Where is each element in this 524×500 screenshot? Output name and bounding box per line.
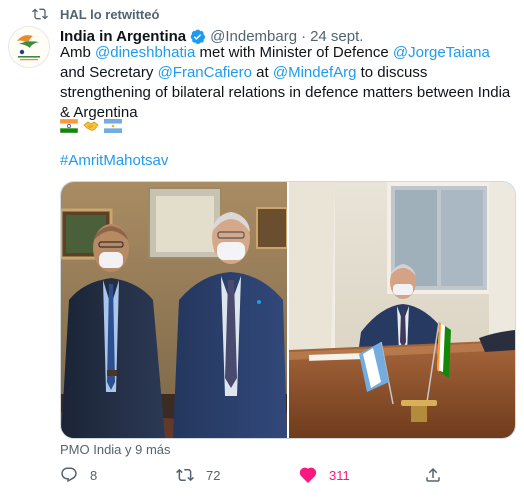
retweet-button[interactable]: 72 xyxy=(176,465,220,485)
text-segment: and Secretary xyxy=(60,64,158,81)
photo-meeting-standing[interactable] xyxy=(61,182,288,438)
mention-jorgetaiana[interactable]: @JorgeTaiana xyxy=(393,44,490,61)
photo-table-image xyxy=(289,182,515,438)
mention-francafiero[interactable]: @FranCafiero xyxy=(158,64,252,81)
retweet-count: 72 xyxy=(206,467,221,483)
retweet-context[interactable]: HAL lo retwitteó xyxy=(32,4,159,24)
argentina-flag-icon xyxy=(104,119,122,133)
text-segment: Amb xyxy=(60,44,96,61)
text-segment: met with Minister of Defence xyxy=(195,44,393,61)
retweet-icon xyxy=(176,468,194,482)
reply-button[interactable]: 8 xyxy=(60,465,97,485)
tagged-people[interactable]: PMO India y 9 más xyxy=(60,442,171,457)
azadi-logo-icon xyxy=(9,27,49,67)
author-name[interactable]: India in Argentina xyxy=(60,28,186,45)
like-button[interactable]: 311 xyxy=(299,465,350,485)
text-segment: at xyxy=(252,64,273,81)
mention-dineshbhatia[interactable]: @dineshbhatia xyxy=(95,44,195,61)
share-button[interactable] xyxy=(424,465,454,485)
reply-icon xyxy=(61,467,77,483)
photo-meeting-table[interactable] xyxy=(289,182,515,438)
like-count: 311 xyxy=(329,467,350,483)
tweet-text: Amb @dineshbhatia met with Minister of D… xyxy=(60,43,518,123)
reply-count: 8 xyxy=(90,467,98,483)
tweet-media[interactable] xyxy=(60,181,516,439)
hashtag-amritmahotsav[interactable]: #AmritMahotsav xyxy=(60,152,168,169)
share-icon xyxy=(426,467,440,482)
photo-standing-image xyxy=(61,182,288,438)
retweet-icon xyxy=(32,8,48,20)
emoji-row xyxy=(60,117,122,135)
tweet-date[interactable]: 24 sept. xyxy=(310,28,363,45)
separator-dot: · xyxy=(301,27,307,45)
mention-mindefarg[interactable]: @MindefArg xyxy=(273,64,357,81)
avatar[interactable] xyxy=(8,26,50,68)
verified-badge-icon xyxy=(190,29,206,44)
tweet-actions: 8 72 311 xyxy=(60,465,480,485)
retweet-label: HAL lo retwitteó xyxy=(60,6,160,22)
india-flag-icon xyxy=(60,119,78,133)
heart-icon xyxy=(299,467,317,484)
handshake-icon xyxy=(83,121,99,131)
author-handle[interactable]: @Indembarg xyxy=(210,28,297,45)
